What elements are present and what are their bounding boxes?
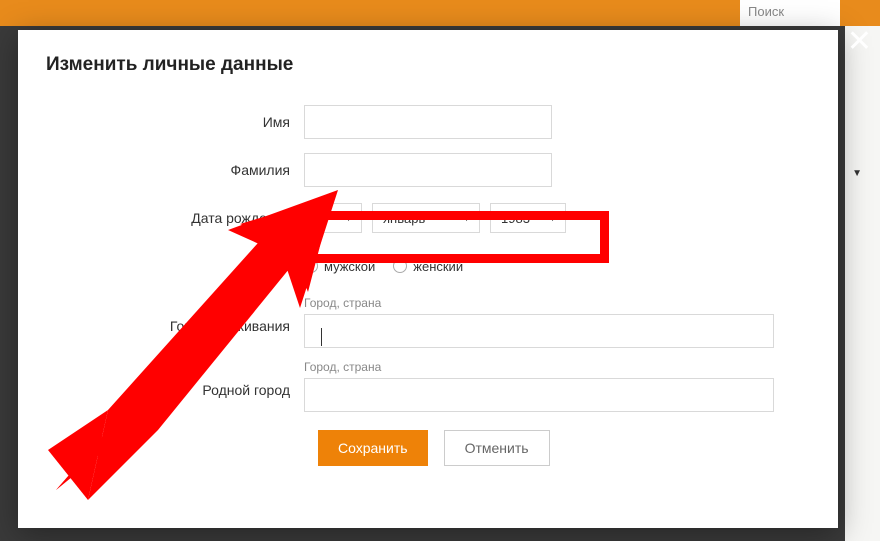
radio-dot-icon bbox=[304, 259, 318, 273]
hometown-input[interactable] bbox=[304, 378, 774, 412]
residence-input[interactable] bbox=[304, 314, 774, 348]
label-residence: Город проживания bbox=[46, 296, 304, 334]
label-hometown: Родной город bbox=[46, 360, 304, 398]
gender-male-radio[interactable]: мужской bbox=[304, 259, 375, 274]
birth-day-select[interactable]: 1 ▼ bbox=[304, 203, 362, 233]
residence-sublabel: Город, страна bbox=[304, 296, 810, 310]
label-last-name: Фамилия bbox=[46, 162, 304, 178]
edit-profile-modal: ✕ Изменить личные данные Имя Фамилия Дат… bbox=[18, 30, 838, 528]
label-first-name: Имя bbox=[46, 114, 304, 130]
chevron-down-icon: ▼ bbox=[462, 213, 471, 223]
search-input-stub[interactable]: Поиск bbox=[740, 0, 840, 26]
gender-female-radio[interactable]: женский bbox=[393, 259, 463, 274]
birth-year-value: 1983 bbox=[501, 211, 530, 226]
chevron-down-icon: ▼ bbox=[852, 168, 862, 179]
gender-female-label: женский bbox=[413, 259, 463, 274]
birth-month-value: январь bbox=[383, 211, 425, 226]
radio-dot-icon bbox=[393, 259, 407, 273]
chevron-down-icon: ▼ bbox=[344, 213, 353, 223]
birth-month-select[interactable]: январь ▼ bbox=[372, 203, 480, 233]
profile-form: Имя Фамилия Дата рождения 1 ▼ январ bbox=[18, 84, 838, 466]
gender-male-label: мужской bbox=[324, 259, 375, 274]
modal-title: Изменить личные данные bbox=[18, 54, 838, 84]
save-button[interactable]: Сохранить bbox=[318, 430, 428, 466]
birth-day-value: 1 bbox=[315, 211, 322, 226]
label-birth-date: Дата рождения bbox=[46, 210, 304, 226]
hometown-sublabel: Город, страна bbox=[304, 360, 810, 374]
text-cursor bbox=[321, 328, 322, 346]
right-panel-stub bbox=[845, 26, 880, 541]
cancel-button[interactable]: Отменить bbox=[444, 430, 550, 466]
last-name-input[interactable] bbox=[304, 153, 552, 187]
close-icon[interactable]: ✕ bbox=[847, 24, 872, 59]
label-gender: Пол bbox=[46, 258, 304, 274]
birth-year-select[interactable]: 1983 ▼ bbox=[490, 203, 566, 233]
top-navbar: Поиск bbox=[0, 0, 880, 26]
first-name-input[interactable] bbox=[304, 105, 552, 139]
chevron-down-icon: ▼ bbox=[548, 213, 557, 223]
